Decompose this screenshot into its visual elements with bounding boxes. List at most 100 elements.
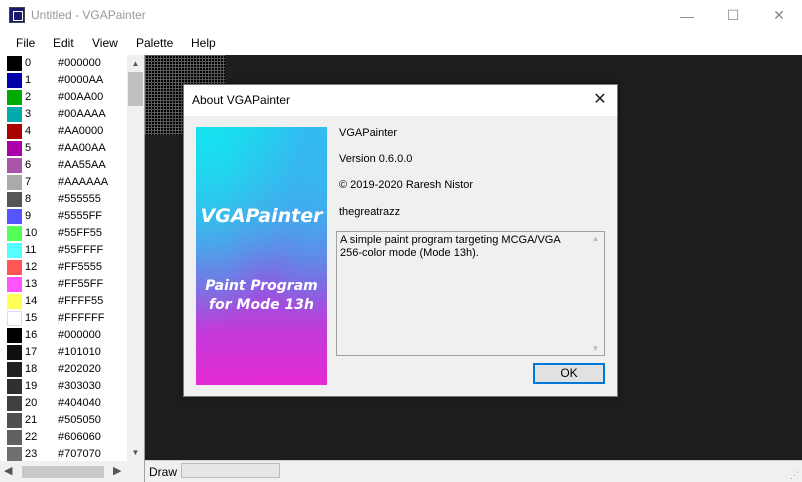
palette-row[interactable]: 4 #AA0000	[0, 123, 127, 140]
palette-row[interactable]: 16 #000000	[0, 327, 127, 344]
menu-file[interactable]: File	[16, 36, 35, 50]
description-scrollbar[interactable]: ▲ ▼	[587, 232, 604, 355]
dialog-close-button[interactable]: ✕	[583, 85, 617, 116]
close-icon: ✕	[773, 7, 785, 23]
palette-row[interactable]: 22 #606060	[0, 429, 127, 446]
maximize-button[interactable]: ☐	[710, 0, 756, 31]
description-textbox[interactable]: A simple paint program targeting MCGA/VG…	[336, 231, 605, 356]
color-swatch	[7, 107, 22, 122]
color-swatch	[7, 175, 22, 190]
scroll-thumb[interactable]	[128, 72, 143, 106]
scroll-down-icon[interactable]: ▼	[127, 444, 144, 461]
palette-row[interactable]: 17 #101010	[0, 344, 127, 361]
scroll-up-icon[interactable]: ▲	[587, 234, 604, 243]
palette-row[interactable]: 2 #00AA00	[0, 89, 127, 106]
palette-index: 7	[25, 176, 32, 188]
palette-row[interactable]: 10 #55FF55	[0, 225, 127, 242]
window-title: Untitled - VGAPainter	[31, 8, 146, 22]
palette-index: 8	[25, 193, 32, 205]
about-dialog: About VGAPainter ✕ VGAPainter Paint Prog…	[183, 84, 618, 397]
color-swatch	[7, 311, 22, 326]
color-swatch	[7, 413, 22, 428]
scroll-left-icon[interactable]: ◀	[4, 464, 12, 477]
company-label: thegreatrazz	[339, 206, 401, 218]
color-swatch	[7, 124, 22, 139]
palette-row[interactable]: 20 #404040	[0, 395, 127, 412]
color-swatch	[7, 396, 22, 411]
palette-index: 2	[25, 91, 32, 103]
minimize-icon: —	[680, 7, 694, 24]
palette-index: 0	[25, 57, 32, 69]
palette-row[interactable]: 11 #55FFFF	[0, 242, 127, 259]
palette-index: 20	[25, 397, 38, 409]
palette-row[interactable]: 6 #AA55AA	[0, 157, 127, 174]
palette-horizontal-scrollbar[interactable]: ◀ ▶	[0, 461, 144, 482]
palette-row[interactable]: 5 #AA00AA	[0, 140, 127, 157]
color-swatch	[7, 345, 22, 360]
menu-palette[interactable]: Palette	[136, 36, 173, 50]
scroll-up-icon[interactable]: ▲	[127, 55, 144, 72]
palette-row[interactable]: 9 #5555FF	[0, 208, 127, 225]
dialog-title-bar: About VGAPainter ✕	[184, 85, 617, 116]
palette-row[interactable]: 3 #00AAAA	[0, 106, 127, 123]
ok-button[interactable]: OK	[533, 363, 605, 384]
minimize-button[interactable]: —	[664, 0, 710, 31]
status-tool: Draw	[149, 465, 178, 479]
palette-index: 18	[25, 363, 38, 375]
palette-hex: #AA0000	[58, 125, 104, 137]
color-swatch	[7, 447, 22, 461]
palette-row[interactable]: 21 #505050	[0, 412, 127, 429]
palette-hex: #606060	[58, 431, 101, 443]
palette-row[interactable]: 7 #AAAAAA	[0, 174, 127, 191]
color-swatch	[7, 243, 22, 258]
color-swatch	[7, 56, 22, 71]
palette-vertical-scrollbar[interactable]: ▲ ▼	[127, 55, 144, 461]
menu-edit[interactable]: Edit	[53, 36, 74, 50]
palette-index: 21	[25, 414, 38, 426]
palette-index: 12	[25, 261, 38, 273]
palette-row[interactable]: 23 #707070	[0, 446, 127, 461]
close-button[interactable]: ✕	[756, 0, 802, 31]
palette-row[interactable]: 13 #FF55FF	[0, 276, 127, 293]
palette-row[interactable]: 0 #000000	[0, 55, 127, 72]
scroll-right-icon[interactable]: ▶	[113, 464, 121, 477]
palette-list[interactable]: 0 #000000 1 #0000AA 2 #00AA00 3 #00AAAA 4 #AA0000…	[0, 55, 127, 461]
palette-hex: #AAAAAA	[58, 176, 109, 188]
color-swatch	[7, 260, 22, 275]
palette-row[interactable]: 18 #202020	[0, 361, 127, 378]
color-swatch	[7, 141, 22, 156]
scroll-down-icon[interactable]: ▼	[587, 344, 604, 353]
palette-index: 16	[25, 329, 38, 341]
horizontal-scroll-thumb[interactable]	[22, 466, 104, 478]
palette-index: 14	[25, 295, 38, 307]
palette-row[interactable]: 1 #0000AA	[0, 72, 127, 89]
palette-row[interactable]: 14 #FFFF55	[0, 293, 127, 310]
palette-hex: #303030	[58, 380, 101, 392]
about-banner-image: VGAPainter Paint Program for Mode 13h	[196, 127, 327, 385]
color-swatch	[7, 73, 22, 88]
palette-hex: #55FFFF	[58, 244, 104, 256]
palette-hex: #000000	[58, 329, 101, 341]
palette-index: 17	[25, 346, 38, 358]
palette-hex: #404040	[58, 397, 101, 409]
palette-hex: #AA55AA	[58, 159, 106, 171]
palette-index: 22	[25, 431, 38, 443]
app-icon[interactable]	[9, 7, 25, 23]
palette-hex: #0000AA	[58, 74, 104, 86]
size-grip-icon[interactable]: ⋰	[790, 470, 800, 480]
palette-index: 1	[25, 74, 32, 86]
palette-index: 5	[25, 142, 32, 154]
palette-hex: #555555	[58, 193, 101, 205]
palette-row[interactable]: 8 #555555	[0, 191, 127, 208]
close-icon: ✕	[593, 91, 607, 108]
color-swatch	[7, 226, 22, 241]
menu-help[interactable]: Help	[191, 36, 216, 50]
color-swatch	[7, 209, 22, 224]
banner-subtitle: Paint Program for Mode 13h	[196, 277, 327, 315]
palette-row[interactable]: 15 #FFFFFF	[0, 310, 127, 327]
palette-row[interactable]: 12 #FF5555	[0, 259, 127, 276]
menu-view[interactable]: View	[92, 36, 118, 50]
palette-row[interactable]: 19 #303030	[0, 378, 127, 395]
color-swatch	[7, 158, 22, 173]
color-swatch	[7, 379, 22, 394]
